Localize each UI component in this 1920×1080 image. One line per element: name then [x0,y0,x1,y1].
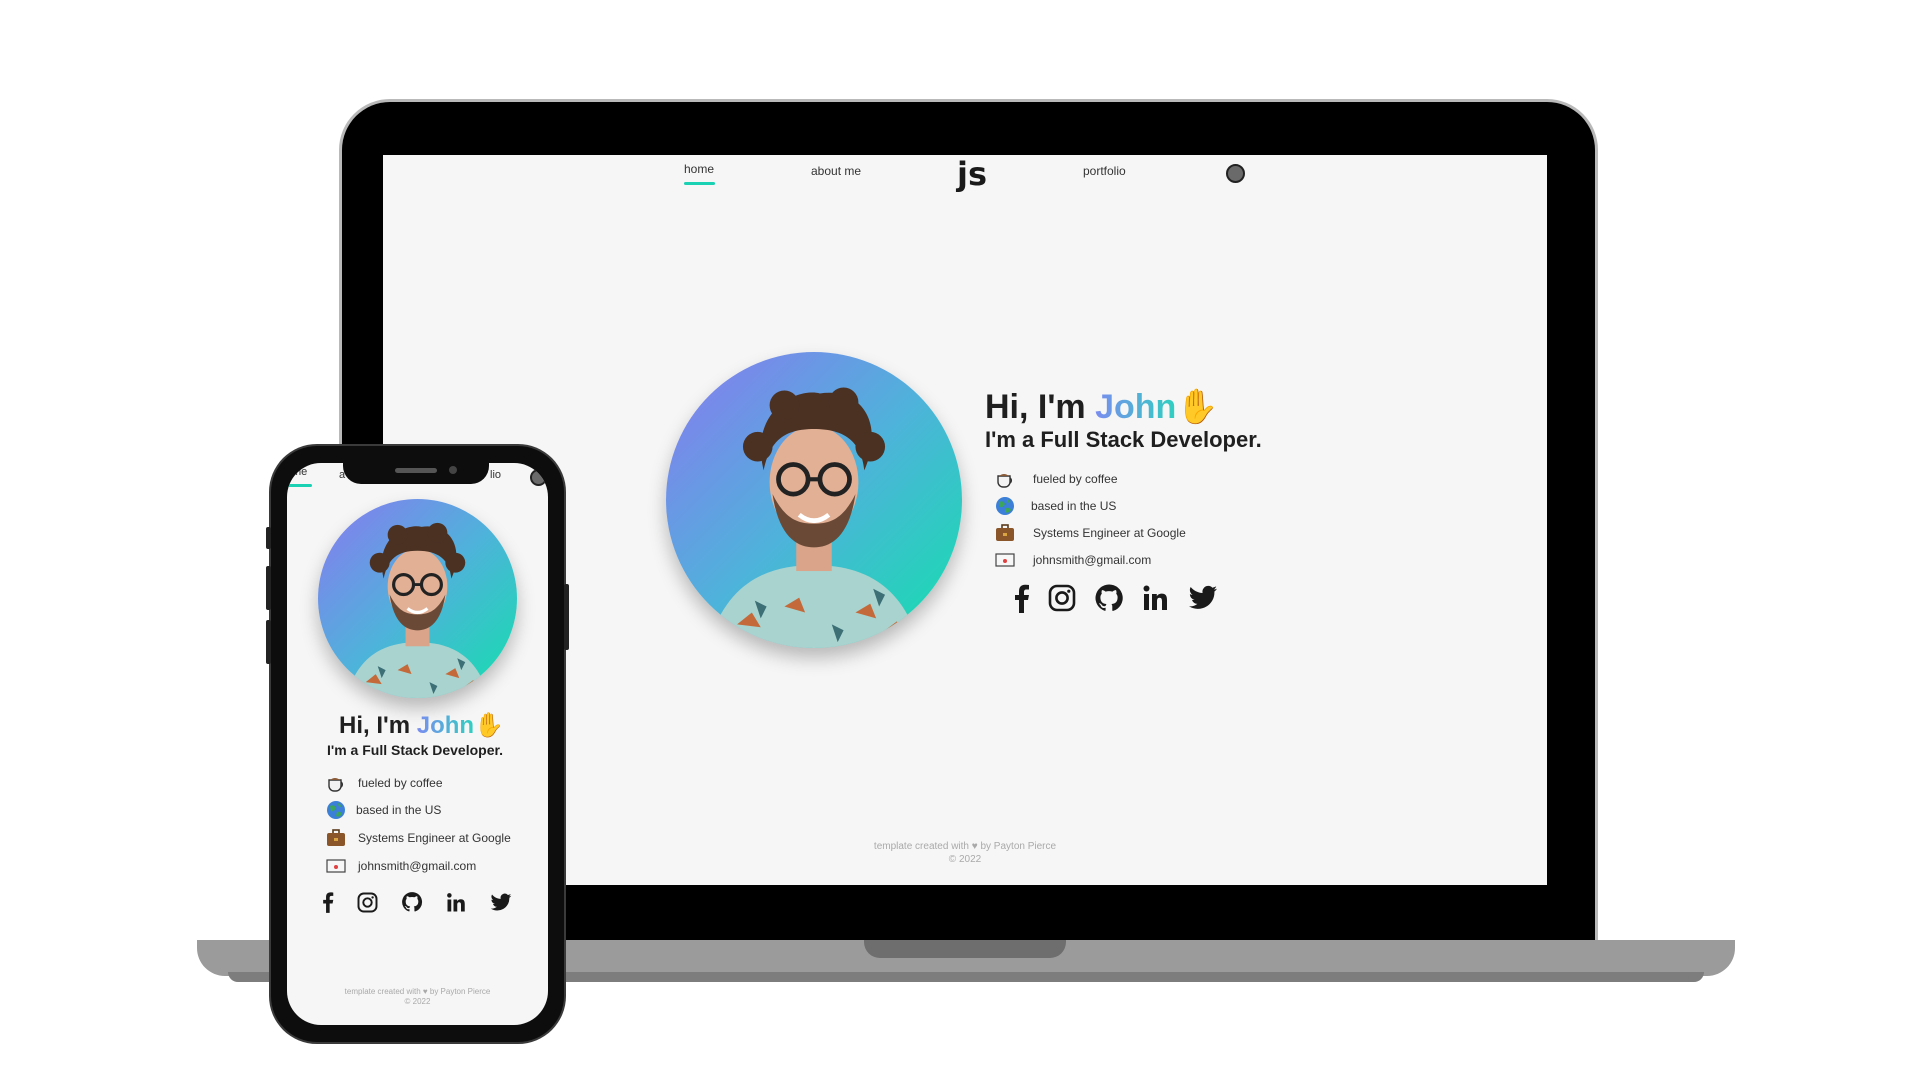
coffee-icon [997,474,1012,488]
footer-credit: template created with ♥ by Payton Pierce [873,841,1057,852]
fact-row-job: Systems Engineer at Google [995,523,1186,543]
phone-fact-row-coffee: fueled by coffee [326,773,443,793]
hero-greeting: Hi, I'm John✋ [985,387,1219,427]
envelope-icon [995,553,1015,567]
phone-nav-home[interactable]: me [292,466,307,478]
fact-text: Systems Engineer at Google [358,831,511,845]
phone-speaker [395,468,437,473]
site-footer: template created with ♥ by Payton Pierce… [815,841,1115,866]
fact-text: Systems Engineer at Google [1033,526,1186,540]
facebook-icon[interactable] [321,891,334,913]
fact-text: fueled by coffee [358,776,443,790]
briefcase-icon [327,829,345,846]
wave-hand-icon: ✋ [1176,388,1219,426]
fact-text: based in the US [1031,499,1117,513]
facebook-icon[interactable] [1012,583,1030,613]
github-icon[interactable] [401,891,423,913]
phone-volume-down-button [266,620,271,664]
nav-about-me[interactable]: about me [811,164,861,178]
footer-credit: template created with ♥ by Payton Pierce [344,987,491,996]
phone-screen: me a lio Hi, I'm John✋ I'm a Full Stack … [287,463,548,1025]
nav-portfolio[interactable]: portfolio [1083,164,1126,178]
coffee-icon [328,778,343,792]
phone-power-button [564,584,569,650]
fact-row-email: johnsmith@gmail.com [995,550,1151,570]
linkedin-icon[interactable] [1142,584,1170,612]
phone-nav-active-underline [287,484,312,487]
hero-subtitle: I'm a Full Stack Developer. [985,427,1262,452]
person-portrait-icon [707,387,921,648]
instagram-icon[interactable] [1048,584,1076,612]
greeting-name: John [416,712,475,739]
phone-social-links [321,891,512,913]
phone-nav-portfolio[interactable]: lio [490,469,501,481]
briefcase-icon [996,524,1014,541]
footer-copyright: © 2022 [948,853,982,865]
phone-fact-row-location: based in the US [326,800,441,820]
phone-fact-row-job: Systems Engineer at Google [326,828,511,848]
nav-active-underline [684,182,715,185]
wave-hand-icon: ✋ [474,712,504,739]
fact-text[interactable]: johnsmith@gmail.com [1033,553,1151,567]
fact-row-location: based in the US [995,496,1116,516]
fact-row-coffee: fueled by coffee [995,469,1118,489]
person-portrait-icon [345,522,490,698]
profile-avatar [666,352,962,648]
twitter-icon[interactable] [1188,585,1218,611]
footer-copyright: © 2022 [404,997,431,1006]
theme-toggle-icon[interactable] [1226,164,1245,183]
fact-text: based in the US [356,803,442,817]
phone-profile-avatar [318,499,517,698]
social-links [1012,583,1218,613]
phone-theme-toggle-icon[interactable] [530,469,547,486]
phone-hero-greeting: Hi, I'm John✋ [339,711,504,740]
github-icon[interactable] [1094,583,1124,613]
phone-fact-row-email: johnsmith@gmail.com [326,856,476,876]
greeting-prefix: Hi, I'm [985,388,1096,426]
phone-mute-button [266,527,271,549]
phone-volume-up-button [266,566,271,610]
fact-text[interactable]: johnsmith@gmail.com [358,859,476,873]
twitter-icon[interactable] [490,893,512,912]
greeting-name: John [1095,388,1177,426]
nav-home[interactable]: home [684,162,714,176]
site-logo[interactable]: js [957,155,987,193]
greeting-prefix: Hi, I'm [339,712,417,739]
globe-icon [996,497,1014,515]
fact-text: fueled by coffee [1033,472,1118,486]
globe-icon [327,801,345,819]
linkedin-icon[interactable] [446,892,467,913]
phone-hero-subtitle: I'm a Full Stack Developer. [327,742,504,758]
laptop-trackpad-notch [864,940,1066,958]
phone-site-footer: template created with ♥ by Payton Pierce… [307,987,528,1007]
instagram-icon[interactable] [357,892,378,913]
envelope-icon [326,859,346,873]
phone-camera-icon [449,466,457,474]
